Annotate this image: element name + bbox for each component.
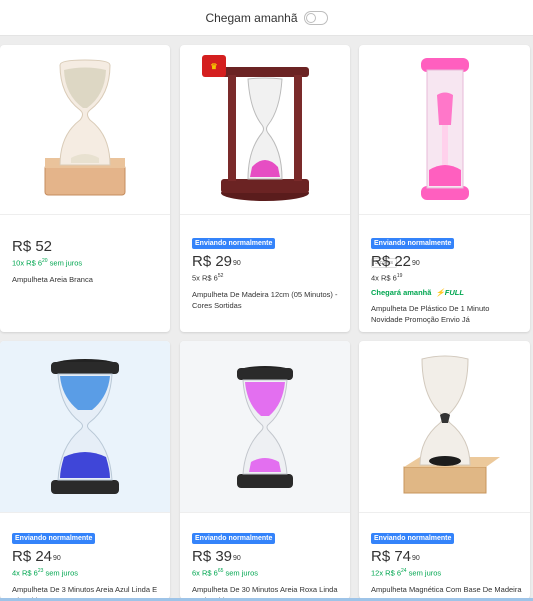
product-image[interactable] xyxy=(180,341,350,513)
product-title[interactable]: Ampulheta Magnética Com Base De Madeira xyxy=(371,584,522,595)
hourglass-beige-icon xyxy=(44,58,126,195)
product-title[interactable]: Ampulheta De Madeira 12cm (05 Minutos) -… xyxy=(192,289,342,311)
installment-text: 5x R$ 652 xyxy=(192,273,224,283)
product-price: R$ 52 xyxy=(12,238,53,255)
product-card-5[interactable]: Enviando normalmente R$ 3990 6x R$ 665 s… xyxy=(180,341,350,599)
shipping-badge: Enviando normalmente xyxy=(192,533,276,544)
product-title[interactable]: Ampulheta Areia Branca xyxy=(12,274,162,285)
red-seal-icon: ♛ xyxy=(202,55,226,77)
product-card-3[interactable]: 3 cores Enviando normalmente R$ 2290 4x … xyxy=(359,45,530,332)
full-badge: ⚡FULL xyxy=(435,287,464,297)
product-image[interactable] xyxy=(0,341,170,513)
filter-bar: Chegam amanhã xyxy=(0,0,533,36)
hourglass-blue-icon xyxy=(51,358,119,494)
installment-text: 12x R$ 624 sem juros xyxy=(371,568,442,578)
toggle-knob xyxy=(305,12,316,23)
shipping-badge: Enviando normalmente xyxy=(371,238,455,249)
product-price: R$ 7490 xyxy=(371,548,420,565)
installment-text: 6x R$ 665 sem juros xyxy=(192,568,259,578)
product-price: R$ 2290 xyxy=(371,253,420,270)
product-image[interactable] xyxy=(0,45,170,215)
product-image[interactable] xyxy=(359,341,530,513)
hourglass-wood-frame-icon xyxy=(221,66,309,201)
product-price: R$ 3990 xyxy=(192,548,241,565)
product-price: R$ 2990 xyxy=(192,253,241,270)
installment-text: 4x R$ 623 sem juros xyxy=(12,568,79,578)
hourglass-magnetic-icon xyxy=(403,355,500,493)
shipping-arrival: Chegará amanhã ⚡FULL xyxy=(371,287,464,297)
shipping-badge: Enviando normalmente xyxy=(192,238,276,249)
product-image[interactable] xyxy=(359,45,530,215)
installment-text: 4x R$ 619 xyxy=(371,273,403,283)
filter-label: Chegam amanhã xyxy=(205,10,298,25)
product-card-2[interactable]: ♛ Enviando normalmente R$ 2990 5x R$ 652… xyxy=(180,45,350,332)
product-title[interactable]: Ampulheta De 3 Minutos Areia Azul Linda … xyxy=(12,584,162,600)
product-title[interactable]: Ampulheta De Plástico De 1 Minuto Novida… xyxy=(371,303,522,325)
shipping-badge: Enviando normalmente xyxy=(12,533,96,544)
shipping-badge: Enviando normalmente xyxy=(371,533,455,544)
product-card-4[interactable]: Enviando normalmente R$ 2490 4x R$ 623 s… xyxy=(0,341,170,599)
hourglass-pink-icon xyxy=(420,57,469,200)
arrive-tomorrow-toggle[interactable] xyxy=(303,10,328,25)
installment-text: 10x R$ 620 sem juros xyxy=(12,258,83,268)
hourglass-purple-icon xyxy=(237,365,293,488)
product-price: R$ 2490 xyxy=(12,548,61,565)
product-card-1[interactable]: R$ 52 10x R$ 620 sem juros Ampulheta Are… xyxy=(0,45,170,332)
product-title[interactable]: Ampulheta De 30 Minutos Areia Roxa Linda… xyxy=(192,584,342,600)
product-card-6[interactable]: Enviando normalmente R$ 7490 12x R$ 624 … xyxy=(359,341,530,599)
